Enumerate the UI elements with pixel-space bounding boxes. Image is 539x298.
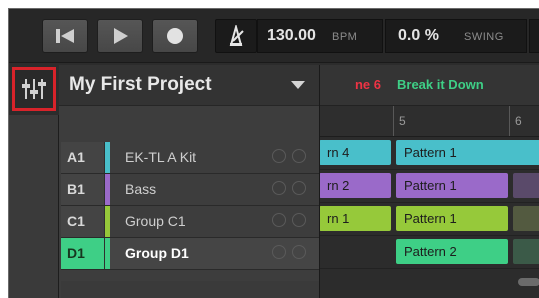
mute-icon[interactable] <box>272 245 286 259</box>
group-color-bar <box>105 142 110 173</box>
tempo-unit: BPM <box>332 31 358 43</box>
group-id: B1 <box>61 174 105 205</box>
project-header[interactable]: My First Project <box>59 65 319 106</box>
scene-label[interactable]: ne 6 <box>319 65 387 105</box>
swing-unit: SWING <box>464 31 504 43</box>
arranger-lanes: rn 4 Pattern 1 rn 2 Pattern 1 rn 1 Patte… <box>319 137 539 298</box>
group-name: EK-TL A Kit <box>125 149 197 165</box>
group-name: Group D1 <box>125 245 189 261</box>
maschine-window: 130.00 BPM 0.0 % SWING ne 6 Break it Dow… <box>8 8 539 298</box>
group-id: C1 <box>61 206 105 237</box>
power-icon[interactable] <box>292 181 306 195</box>
group-row-selected[interactable]: D1 Group D1 <box>61 238 319 270</box>
mute-icon[interactable] <box>272 213 286 227</box>
group-row[interactable]: C1 Group C1 <box>61 206 319 238</box>
transport-display-edge <box>529 19 539 53</box>
pattern-clip[interactable]: rn 4 <box>319 140 391 165</box>
pattern-clip[interactable]: Pattern 1 <box>396 173 508 198</box>
power-icon[interactable] <box>292 245 306 259</box>
group-panel: My First Project A1 EK-TL A Kit B1 Bass … <box>59 65 320 298</box>
project-name: My First Project <box>69 74 212 95</box>
ruler-tick <box>509 106 510 136</box>
dropdown-arrow-icon[interactable] <box>291 81 305 89</box>
group-id: A1 <box>61 142 105 173</box>
metronome-icon <box>229 25 244 46</box>
pattern-clip[interactable]: rn 2 <box>319 173 391 198</box>
power-icon[interactable] <box>292 149 306 163</box>
pattern-clip[interactable]: Pattern 1 <box>396 140 539 165</box>
mute-icon[interactable] <box>272 149 286 163</box>
group-id: D1 <box>61 238 105 269</box>
group-panel-empty-area <box>61 281 319 298</box>
metronome-button[interactable] <box>215 19 257 53</box>
group-row[interactable]: B1 Bass <box>61 174 319 206</box>
group-color-bar <box>105 238 110 269</box>
pattern-clip-dim[interactable] <box>513 239 539 264</box>
timeline-ruler[interactable]: 5 6 <box>319 106 539 137</box>
play-button[interactable] <box>97 19 143 53</box>
scene-row: ne 6 Break it Down <box>319 65 539 106</box>
tempo-display[interactable]: 130.00 BPM <box>257 19 383 53</box>
power-icon[interactable] <box>292 213 306 227</box>
group-name: Group C1 <box>125 213 186 229</box>
skip-to-start-icon <box>56 29 74 43</box>
arranger-lane: rn 4 Pattern 1 <box>319 137 539 170</box>
restart-button[interactable] <box>42 19 88 53</box>
mute-icon[interactable] <box>272 181 286 195</box>
pattern-clip-dim[interactable] <box>513 173 539 198</box>
pattern-clip[interactable]: rn 1 <box>319 206 391 231</box>
horizontal-scrollbar[interactable] <box>518 278 539 286</box>
group-color-bar <box>105 174 110 205</box>
swing-value: 0.0 % <box>398 27 439 44</box>
ruler-number: 5 <box>399 114 406 128</box>
arranger-lane: rn 2 Pattern 1 <box>319 170 539 203</box>
pattern-clip[interactable]: Pattern 1 <box>396 206 508 231</box>
mixer-view-button[interactable] <box>12 67 56 111</box>
ruler-tick <box>393 106 394 136</box>
tempo-value: 130.00 <box>267 27 316 44</box>
swing-display[interactable]: 0.0 % SWING <box>385 19 527 53</box>
ruler-number: 6 <box>515 114 522 128</box>
mixer-faders-icon <box>22 79 46 99</box>
play-icon <box>114 28 128 44</box>
group-color-bar <box>105 206 110 237</box>
group-row[interactable]: A1 EK-TL A Kit <box>61 142 319 174</box>
left-strip <box>9 115 59 298</box>
arranger-lane: rn 1 Pattern 1 <box>319 203 539 236</box>
group-name: Bass <box>125 181 157 197</box>
record-icon <box>167 28 183 44</box>
pattern-clip[interactable]: Pattern 2 <box>396 239 508 264</box>
scene-label[interactable]: Break it Down <box>391 65 517 105</box>
arranger-lane: Pattern 2 <box>319 236 539 269</box>
record-button[interactable] <box>152 19 198 53</box>
pattern-clip-dim[interactable] <box>513 206 539 231</box>
transport-bar: 130.00 BPM 0.0 % SWING <box>9 9 539 63</box>
